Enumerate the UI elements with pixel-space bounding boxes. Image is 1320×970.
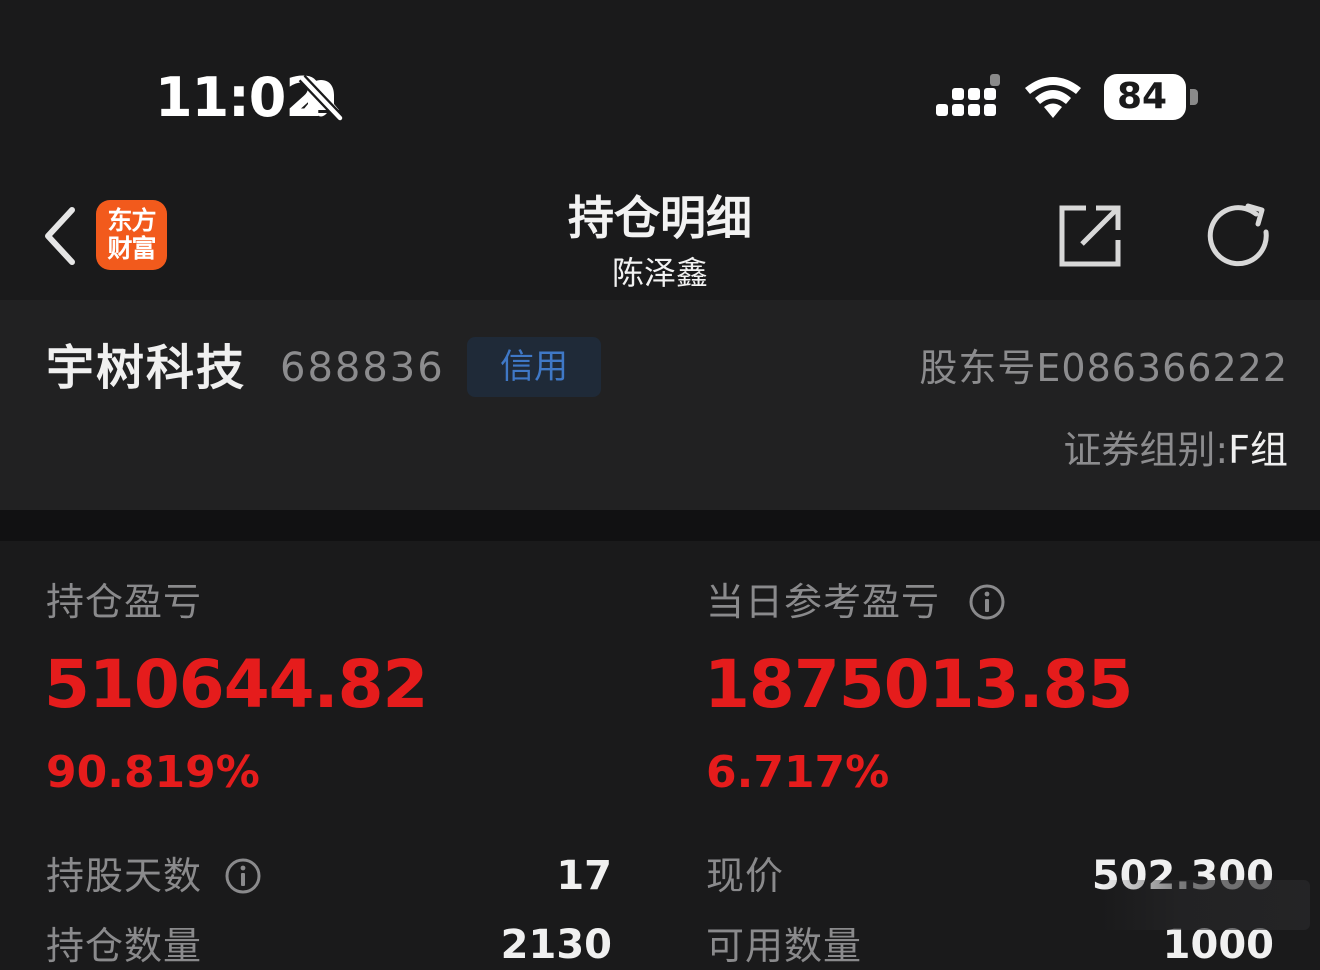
daily-pnl-value: 1875013.85 xyxy=(704,646,1133,723)
daily-pnl-label: 当日参考盈亏 xyxy=(706,580,941,624)
daily-pnl-percent: 6.717% xyxy=(706,747,890,798)
account-name: 陈泽鑫 xyxy=(611,254,708,292)
available-qty-label: 可用数量 xyxy=(706,924,863,968)
holding-days-label: 持股天数 xyxy=(46,854,203,898)
security-group-value: F组 xyxy=(1228,428,1288,472)
battery-icon: 84 xyxy=(1104,74,1186,120)
holding-days-value: 17 xyxy=(556,853,612,899)
battery-cap xyxy=(1190,89,1198,105)
stock-code: 688836 xyxy=(280,345,445,391)
app-logo[interactable]: 东方 财富 xyxy=(96,200,167,270)
section-divider xyxy=(0,510,1320,541)
watermark-overlay xyxy=(1100,880,1310,930)
refresh-icon[interactable] xyxy=(1204,202,1276,272)
security-group-label: 证券组别: xyxy=(1063,428,1229,472)
info-icon[interactable] xyxy=(968,583,1006,621)
back-chevron-icon[interactable] xyxy=(40,206,80,266)
position-qty-value: 2130 xyxy=(500,922,612,968)
bell-slash-icon xyxy=(298,74,344,122)
info-icon[interactable] xyxy=(224,857,262,895)
current-price-label: 现价 xyxy=(706,854,785,898)
position-pnl-label: 持仓盈亏 xyxy=(46,580,203,624)
signal-icon xyxy=(936,74,1000,116)
security-group: 证券组别:F组 xyxy=(1063,424,1288,476)
stock-info-panel xyxy=(0,300,1320,510)
position-pnl-value: 510644.82 xyxy=(44,646,428,723)
battery-level: 84 xyxy=(1116,76,1168,117)
position-qty-label: 持仓数量 xyxy=(46,924,203,968)
share-icon[interactable] xyxy=(1056,202,1124,270)
wifi-icon xyxy=(1025,77,1081,118)
app-logo-line1: 东方 xyxy=(107,206,156,235)
stock-name: 宇树科技 xyxy=(46,340,247,396)
app-logo-line2: 财富 xyxy=(107,234,156,263)
position-pnl-percent: 90.819% xyxy=(46,747,260,798)
credit-badge: 信用 xyxy=(467,337,601,397)
page-title: 持仓明细 xyxy=(568,191,752,245)
shareholder-number: 股东号E086366222 xyxy=(919,346,1288,390)
